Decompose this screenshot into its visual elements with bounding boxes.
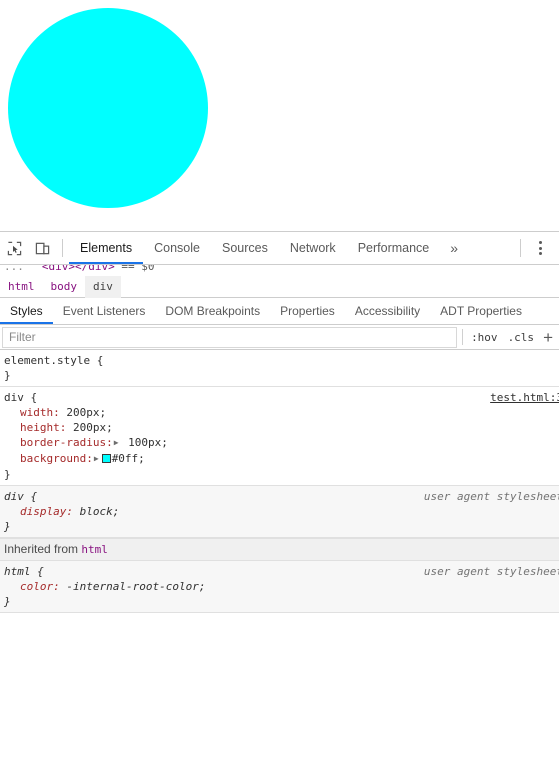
declaration-value[interactable]: 200px; <box>73 421 113 434</box>
dom-tree-clipped-row: ... <div></div> == $0 <box>0 265 559 276</box>
styles-filter-input[interactable] <box>2 326 458 348</box>
cls-toggle-button[interactable]: .cls <box>503 331 540 344</box>
dom-tree-node[interactable]: <div></div> <box>24 265 115 273</box>
breadcrumb-item-html[interactable]: html <box>0 276 43 298</box>
styles-rules-pane: element.style { } div { test.html:3 widt… <box>0 350 559 773</box>
toolbar-right-group <box>514 232 559 264</box>
declaration-value[interactable]: 200px; <box>66 406 106 419</box>
rule-html-user-agent[interactable]: html { user agent stylesheet color: -int… <box>0 561 559 613</box>
expand-triangle-icon[interactable]: ▶ <box>113 435 122 450</box>
rule-close-brace: } <box>4 595 11 608</box>
inherited-from-label: Inherited from <box>4 542 79 556</box>
declaration-height[interactable]: height: 200px; <box>0 420 559 435</box>
declaration-border-radius[interactable]: border-radius:▶ 100px; <box>0 435 559 451</box>
declaration-property: width: <box>20 406 60 419</box>
declaration-property: display: <box>20 505 73 518</box>
declaration-background[interactable]: background:▶ #0ff; <box>0 451 559 467</box>
rule-close-brace: } <box>4 468 11 481</box>
tab-properties[interactable]: Properties <box>270 298 345 324</box>
hov-toggle-button[interactable]: :hov <box>466 331 503 344</box>
tab-sources[interactable]: Sources <box>211 232 279 264</box>
declaration-display: display: block; <box>0 504 559 519</box>
declaration-property: color: <box>20 580 60 593</box>
dom-tree-node-row[interactable]: ... <div></div> == $0 <box>0 265 154 274</box>
rule-origin-label: user agent stylesheet <box>423 490 559 503</box>
declaration-width[interactable]: width: 200px; <box>0 405 559 420</box>
rule-source-link[interactable]: test.html:3 <box>490 390 559 405</box>
rule-selector[interactable]: element.style { <box>0 353 559 368</box>
declaration-property: height: <box>20 421 67 434</box>
styles-filter-bar: :hov .cls + <box>0 325 559 350</box>
color-swatch[interactable] <box>101 454 111 463</box>
rule-close-brace: } <box>4 520 11 533</box>
devtools-panel: Elements Console Sources Network Perform… <box>0 231 559 773</box>
tab-event-listeners[interactable]: Event Listeners <box>53 298 156 324</box>
breadcrumb-item-body[interactable]: body <box>43 276 86 298</box>
rule-close-brace: } <box>4 369 11 382</box>
declaration-property: background: <box>20 452 93 465</box>
dom-tree-ellipsis[interactable]: ... <box>0 265 24 273</box>
inspect-cursor-icon[interactable] <box>0 235 28 261</box>
tab-accessibility[interactable]: Accessibility <box>345 298 430 324</box>
expand-triangle-icon[interactable]: ▶ <box>93 451 102 466</box>
declaration-value[interactable]: 100px; <box>128 436 168 449</box>
toolbar-divider-right <box>520 239 521 257</box>
tab-dom-breakpoints[interactable]: DOM Breakpoints <box>155 298 270 324</box>
declaration-value: -internal-root-color; <box>66 580 206 593</box>
styles-sidebar-tabs: Styles Event Listeners DOM Breakpoints P… <box>0 298 559 325</box>
declaration-property: border-radius: <box>20 436 113 449</box>
rule-element-style[interactable]: element.style { } <box>0 350 559 387</box>
toolbar-divider <box>62 239 63 257</box>
declaration-color: color: -internal-root-color; <box>0 579 559 594</box>
rule-origin-label: user agent stylesheet <box>423 565 559 578</box>
kebab-menu-icon[interactable] <box>527 235 553 261</box>
breadcrumb-item-div[interactable]: div <box>85 275 121 298</box>
tab-network[interactable]: Network <box>279 232 347 264</box>
rule-div-user-agent[interactable]: div { user agent stylesheet display: blo… <box>0 486 559 538</box>
more-tabs-chevron-icon[interactable]: » <box>440 232 468 264</box>
cyan-circle-element[interactable] <box>8 8 208 208</box>
declaration-value: block; <box>79 505 120 518</box>
page-viewport <box>0 0 559 231</box>
rule-div-author[interactable]: div { test.html:3 width: 200px; height: … <box>0 387 559 486</box>
tab-elements[interactable]: Elements <box>69 232 144 264</box>
tab-console[interactable]: Console <box>143 232 211 264</box>
rule-selector[interactable]: div { <box>0 390 559 405</box>
declaration-value[interactable]: #0ff; <box>112 452 145 465</box>
devtools-main-toolbar: Elements Console Sources Network Perform… <box>0 232 559 265</box>
dom-tree-selected-marker: == $0 <box>121 265 155 273</box>
tab-performance[interactable]: Performance <box>347 232 441 264</box>
device-toolbar-icon[interactable] <box>28 235 56 261</box>
inherited-from-tag[interactable]: html <box>81 543 108 556</box>
new-style-rule-button[interactable]: + <box>539 329 559 346</box>
tab-adt-properties[interactable]: ADT Properties <box>430 298 532 324</box>
breadcrumb: html body div <box>0 275 559 298</box>
tab-styles[interactable]: Styles <box>0 298 53 324</box>
filter-divider <box>462 329 464 345</box>
inherited-from-header: Inherited from html <box>0 538 559 561</box>
